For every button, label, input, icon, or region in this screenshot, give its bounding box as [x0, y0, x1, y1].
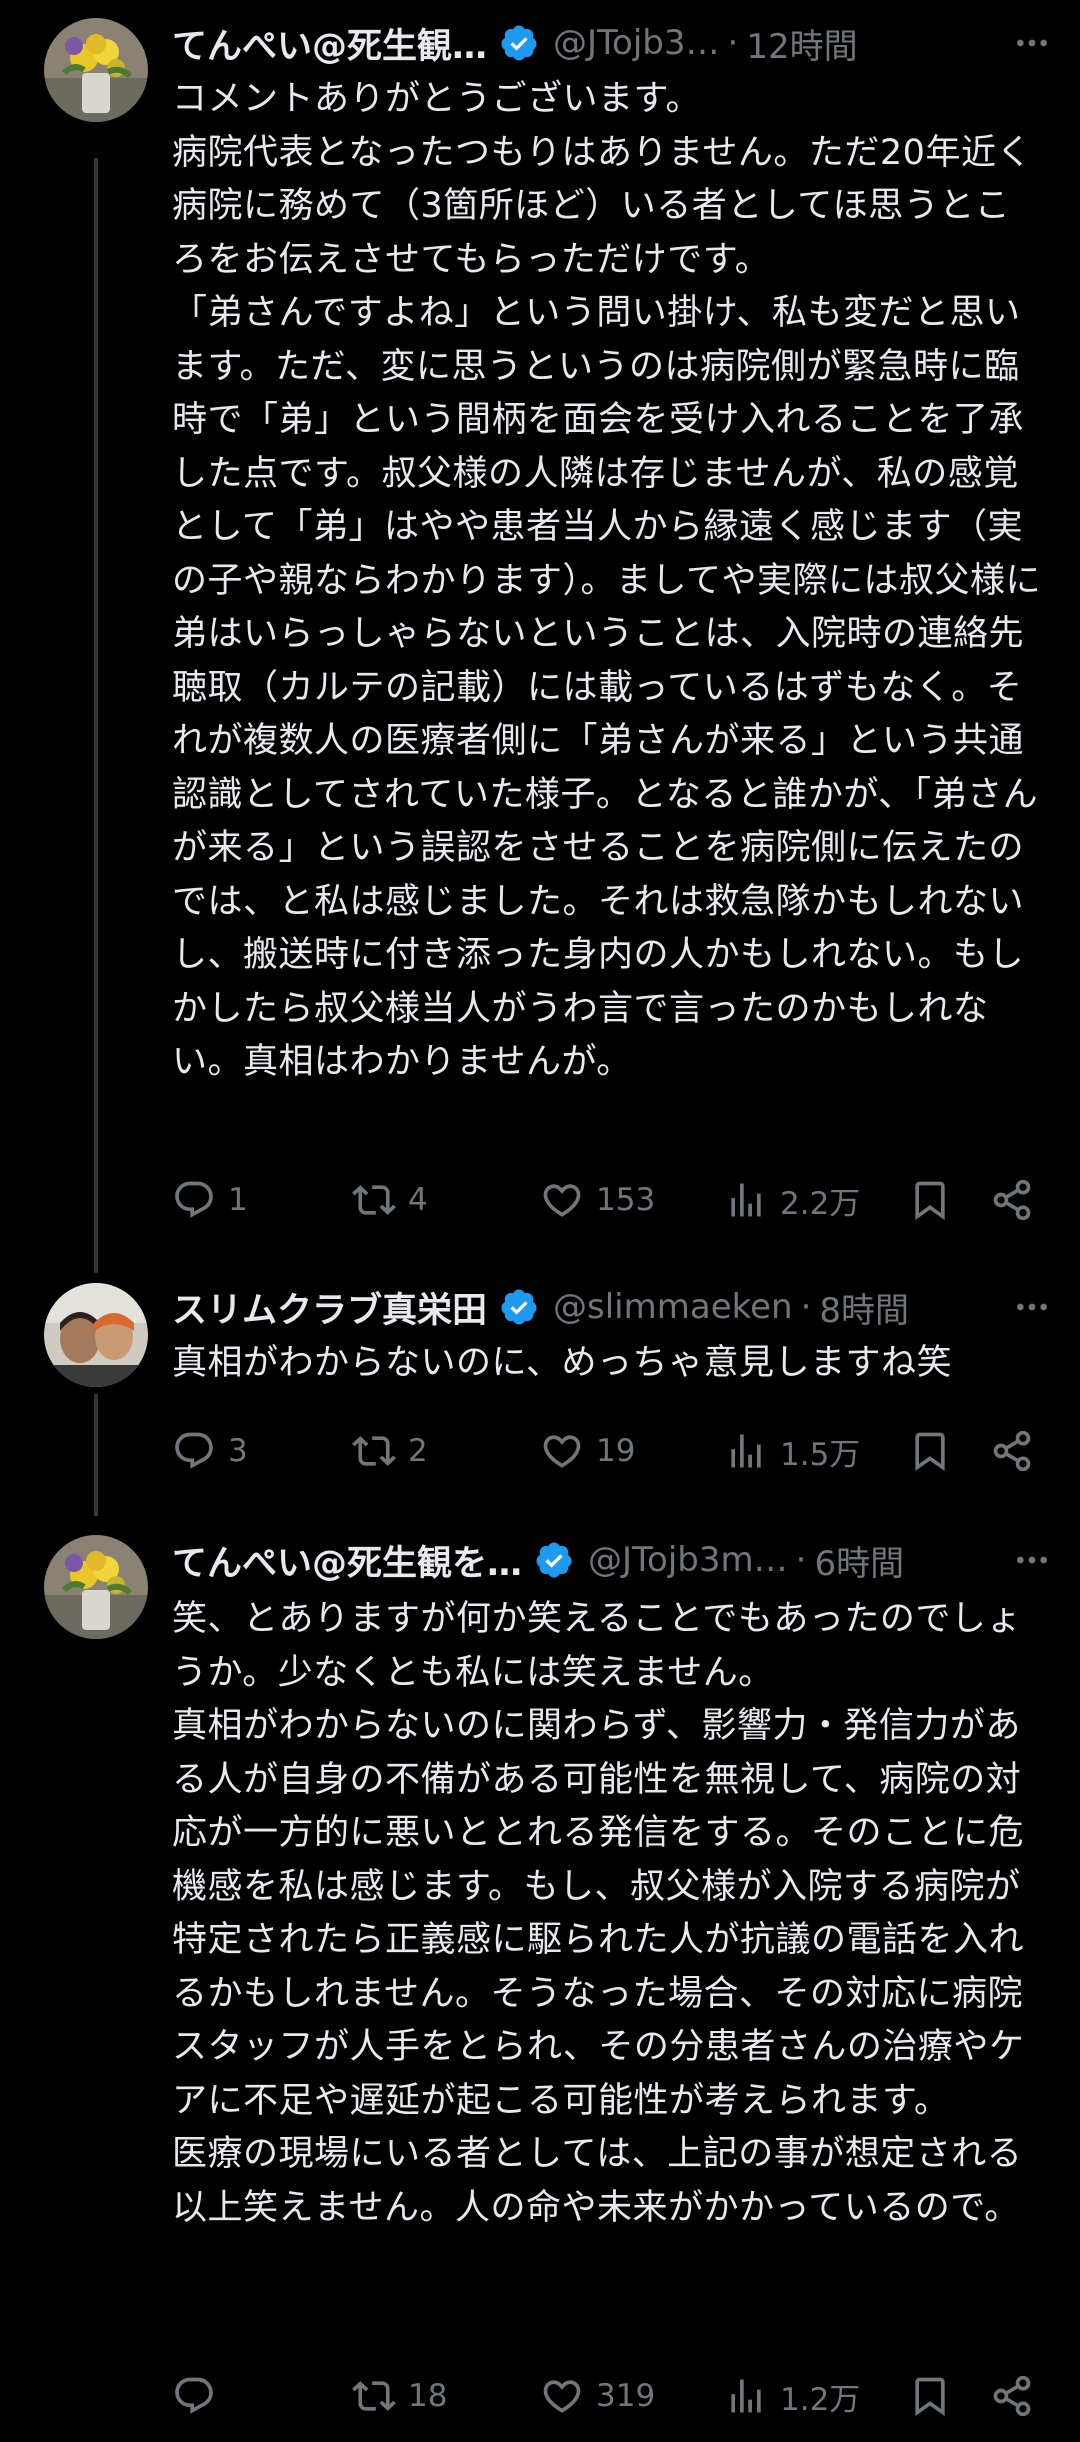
retweet-icon: [352, 2381, 396, 2411]
separator-dot: ·: [727, 23, 739, 63]
retweet-count: 4: [408, 1182, 428, 1218]
share-icon: [993, 1430, 1031, 1472]
bookmark-button[interactable]: [908, 1178, 952, 1222]
views-count: 1.5万: [780, 1436, 861, 1473]
views-icon: [731, 1183, 761, 1217]
views-count: 2.2万: [780, 1185, 861, 1222]
retweet-count: 18: [408, 2378, 448, 2414]
bookmark-button[interactable]: [908, 1429, 952, 1473]
tweet-text: 笑、とありますが何か笑えることでもあったのでしょうか。少なくとも私には笑えません…: [172, 1599, 1025, 2228]
views-button[interactable]: 2.2万: [724, 1178, 860, 1223]
views-button[interactable]: 1.2万: [724, 2374, 860, 2419]
more-icon[interactable]: [996, 1540, 1052, 1580]
like-count: 19: [596, 1433, 636, 1469]
display-name[interactable]: てんぺい@死生観…: [172, 18, 487, 69]
like-button[interactable]: 319: [540, 2374, 655, 2418]
views-icon: [731, 2379, 761, 2413]
reply-count: 1: [228, 1182, 248, 1218]
tweet-header: スリムクラブ真栄田 @slimmaeken · 8時間: [172, 1277, 1052, 1337]
share-button[interactable]: [990, 1429, 1034, 1473]
verified-badge-icon: [536, 1542, 572, 1578]
action-bar: 18 319 1.2万: [172, 2366, 1042, 2426]
tweet-header: てんぺい@死生観… @JTojb3… · 12時間: [172, 13, 1052, 73]
retweet-icon: [352, 1436, 396, 1466]
bookmark-button[interactable]: [908, 2374, 952, 2418]
like-icon: [543, 1184, 581, 1217]
retweet-button[interactable]: 4: [352, 1178, 428, 1222]
share-button[interactable]: [990, 2374, 1034, 2418]
thread-line: [94, 1394, 98, 1516]
bookmark-icon: [915, 2377, 945, 2417]
retweet-button[interactable]: 18: [352, 2374, 447, 2418]
timestamp[interactable]: 8時間: [819, 1283, 909, 1332]
reply-icon: [175, 1432, 213, 1469]
like-count: 319: [596, 2378, 656, 2414]
bookmark-icon: [915, 1432, 945, 1472]
display-name[interactable]: てんぺい@死生観を…: [172, 1535, 522, 1586]
handle[interactable]: @JTojb3…: [553, 23, 719, 63]
tweet-header: てんぺい@死生観を… @JTojb3m… · 6時間: [172, 1530, 1052, 1590]
avatar[interactable]: [44, 18, 148, 122]
retweet-count: 2: [408, 1433, 428, 1469]
share-icon: [993, 1179, 1031, 1221]
handle[interactable]: @slimmaeken: [553, 1287, 793, 1327]
tweet-text: 真相がわからないのに、めっちゃ意見しますね笑: [172, 1343, 952, 1383]
views-count: 1.2万: [780, 2381, 861, 2418]
like-button[interactable]: 153: [540, 1178, 655, 1222]
separator-dot: ·: [795, 1540, 807, 1580]
verified-badge-icon: [501, 25, 537, 61]
reply-button[interactable]: 1: [172, 1178, 248, 1222]
verified-badge-icon: [501, 1289, 537, 1325]
like-button[interactable]: 19: [540, 1429, 635, 1473]
share-button[interactable]: [990, 1178, 1034, 1222]
views-icon: [731, 1434, 761, 1468]
display-name[interactable]: スリムクラブ真栄田: [172, 1282, 487, 1333]
more-icon[interactable]: [996, 23, 1052, 63]
action-bar: 3 2 19 1.5万: [172, 1421, 1042, 1481]
timestamp[interactable]: 12時間: [746, 19, 857, 68]
avatar[interactable]: [44, 1283, 148, 1387]
avatar[interactable]: [44, 1535, 148, 1639]
retweet-icon: [352, 1185, 396, 1215]
like-icon: [543, 1435, 581, 1468]
handle[interactable]: @JTojb3m…: [588, 1540, 788, 1580]
reply-button[interactable]: 3: [172, 1429, 248, 1473]
thread-line: [94, 158, 98, 1273]
reply-count: 3: [228, 1433, 248, 1469]
reply-icon: [175, 1181, 213, 1218]
bookmark-icon: [915, 1181, 945, 1221]
separator-dot: ·: [800, 1287, 812, 1327]
views-button[interactable]: 1.5万: [724, 1429, 860, 1474]
retweet-button[interactable]: 2: [352, 1429, 428, 1473]
more-icon[interactable]: [996, 1287, 1052, 1327]
reply-button[interactable]: [172, 2374, 228, 2418]
share-icon: [993, 2375, 1031, 2417]
tweet-text: コメントありがとうございます。 病院代表となったつもりはありません。ただ20年近…: [172, 79, 1041, 1082]
like-count: 153: [596, 1182, 656, 1218]
timestamp[interactable]: 6時間: [814, 1536, 904, 1585]
like-icon: [543, 2380, 581, 2413]
action-bar: 1 4 153 2.2万: [172, 1170, 1042, 1230]
reply-icon: [175, 2377, 213, 2414]
